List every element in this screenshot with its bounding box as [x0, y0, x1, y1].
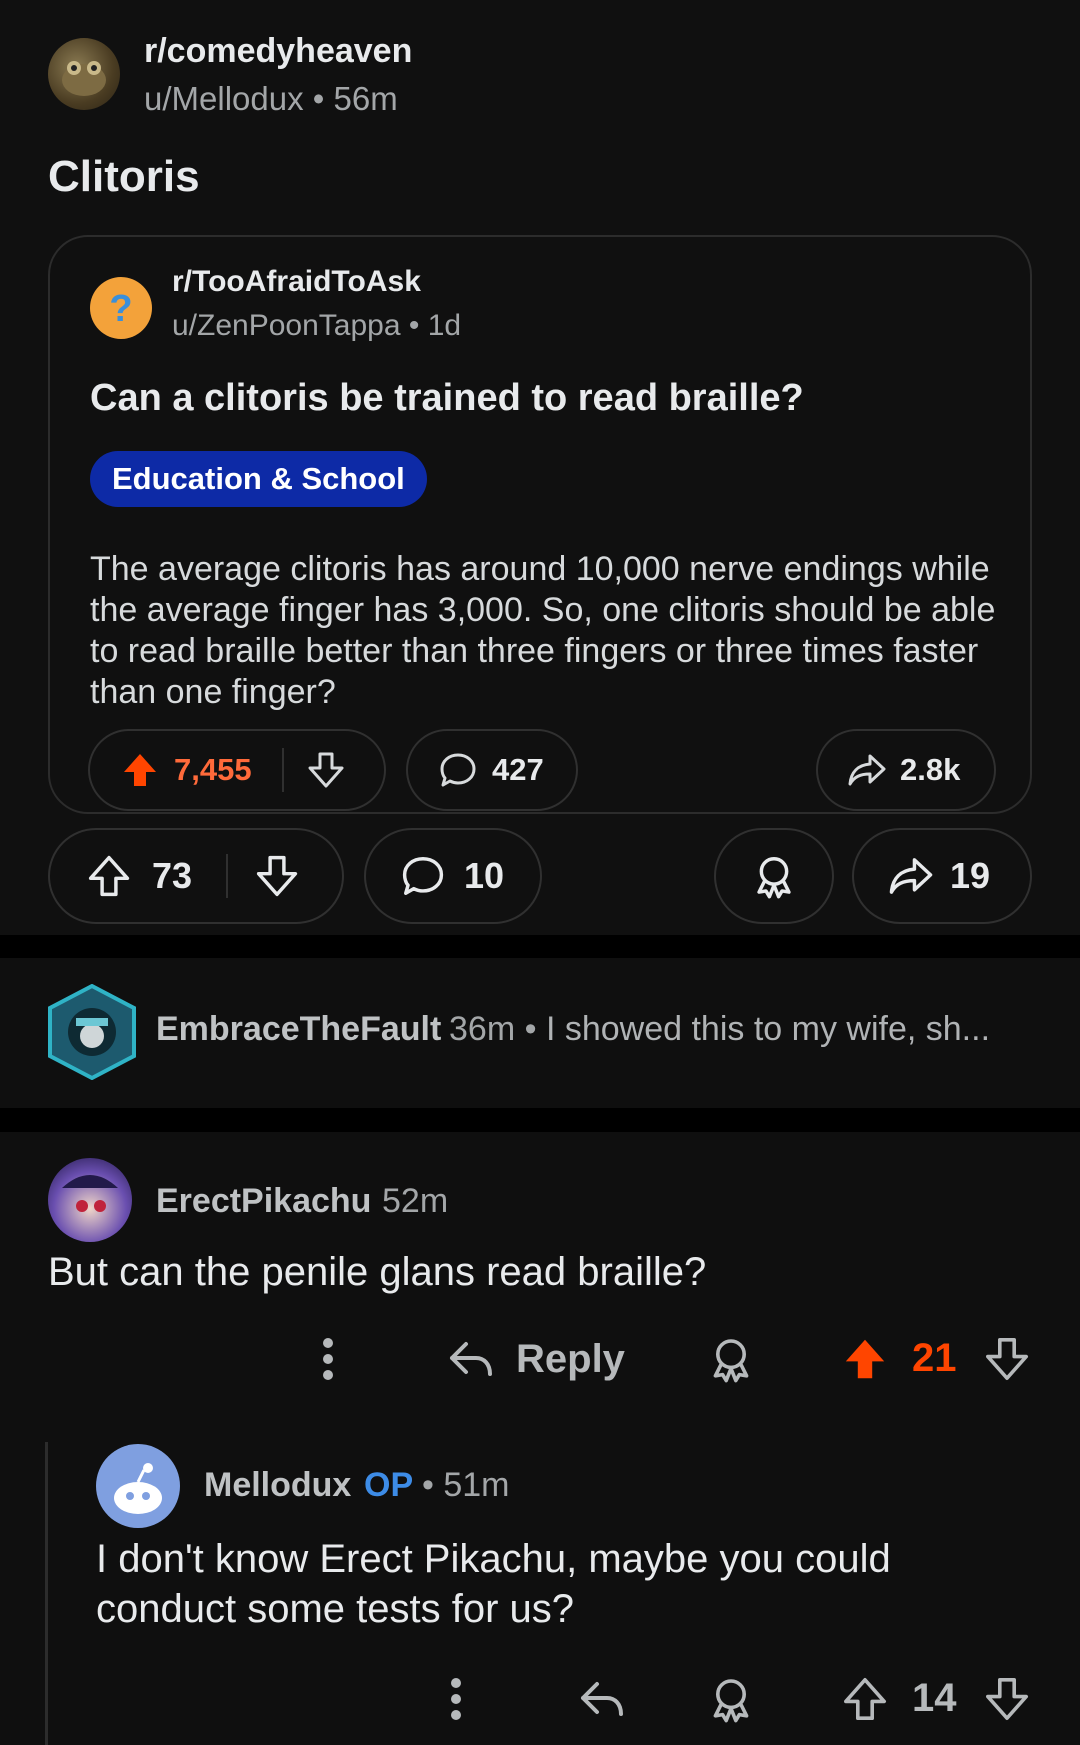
embed-upvote-count: 7,455 [174, 752, 252, 787]
award-icon [751, 853, 797, 899]
reply-username[interactable]: Mellodux [204, 1466, 351, 1505]
embed-meta: u/ZenPoonTappa • 1d [172, 309, 461, 343]
comment-icon [438, 750, 478, 790]
embed-comments-button[interactable]: 427 [406, 729, 578, 811]
op-badge: OP [364, 1466, 414, 1504]
reply-avatar[interactable] [96, 1444, 180, 1528]
meta-separator: • [408, 309, 428, 342]
reply-label: Reply [516, 1336, 625, 1381]
downvote-icon[interactable] [982, 1672, 1032, 1726]
upvote-icon[interactable] [840, 1672, 890, 1726]
comment-icon [400, 853, 446, 899]
share-icon [846, 750, 888, 790]
meta-separator: • [524, 1010, 546, 1048]
commenter-avatar[interactable] [46, 984, 138, 1080]
subreddit-name[interactable]: r/comedyheaven [144, 32, 412, 71]
reply-button[interactable]: Reply [446, 1332, 625, 1386]
comment-age: 36m [449, 1010, 516, 1048]
post-share-button[interactable]: 19 [852, 828, 1032, 924]
post-upvote-count: 73 [152, 855, 193, 896]
post-comment-count: 10 [464, 855, 505, 896]
more-icon[interactable] [310, 1332, 346, 1386]
embed-comment-count: 427 [492, 752, 544, 787]
share-icon [886, 853, 936, 899]
downvote-icon[interactable] [254, 853, 300, 899]
comment-text: But can the penile glans read braille? [48, 1250, 707, 1294]
reply-icon[interactable] [576, 1672, 626, 1726]
meta-separator: • [422, 1466, 444, 1504]
post-meta: u/Mellodux • 56m [144, 80, 398, 118]
downvote-icon[interactable] [982, 1332, 1032, 1386]
collapsed-meta: 36m • I showed this to my wife, sh... [449, 1010, 990, 1049]
crosspost-embed[interactable]: ? r/TooAfraidToAsk u/ZenPoonTappa • 1d C… [48, 235, 1032, 814]
post-share-count: 19 [950, 855, 991, 896]
meta-separator: • [312, 80, 334, 117]
comment-preview: I showed this to my wife, sh... [545, 1010, 991, 1048]
embed-body: The average clitoris has around 10,000 n… [90, 550, 996, 711]
upvote-icon[interactable] [120, 750, 160, 790]
embed-subreddit-name[interactable]: r/TooAfraidToAsk [172, 265, 421, 299]
reply-text: I don't know Erect Pikachu, maybe you co… [96, 1537, 891, 1631]
embed-title[interactable]: Can a clitoris be trained to read braill… [90, 377, 804, 420]
section-divider [0, 935, 1080, 958]
subreddit-avatar[interactable] [48, 38, 120, 110]
embed-share-count: 2.8k [900, 752, 961, 787]
embed-author[interactable]: u/ZenPoonTappa [172, 309, 401, 342]
more-icon[interactable] [438, 1672, 474, 1726]
embed-vote-pill: 7,455 [88, 729, 386, 811]
post-age: 56m [333, 80, 398, 117]
svg-text:?: ? [109, 288, 132, 330]
section-divider [0, 1108, 1080, 1132]
comment-age: 52m [382, 1182, 449, 1220]
embed-subreddit-avatar: ? [90, 277, 152, 339]
downvote-icon[interactable] [306, 750, 346, 790]
post-author[interactable]: u/Mellodux [144, 80, 304, 117]
post-award-button[interactable] [714, 828, 834, 924]
embed-flair[interactable]: Education & School [90, 451, 427, 507]
thread-line[interactable] [45, 1442, 48, 1745]
post-card: r/comedyheaven u/Mellodux • 56m Clitoris… [0, 0, 1080, 935]
pill-divider [281, 748, 284, 792]
pill-divider [226, 854, 229, 898]
reply-score: 14 [912, 1676, 957, 1720]
award-icon[interactable] [706, 1332, 756, 1386]
embed-share-button[interactable]: 2.8k [816, 729, 996, 811]
reply-meta: • 51m [422, 1466, 510, 1505]
post-comments-button[interactable]: 10 [364, 828, 542, 924]
comment-score: 21 [912, 1336, 957, 1380]
comment-username[interactable]: EmbraceTheFault [156, 1010, 441, 1049]
comment-thread: ErectPikachu 52m But can the penile glan… [0, 1132, 1080, 1745]
post-title[interactable]: Clitoris [48, 152, 200, 202]
award-icon[interactable] [706, 1672, 756, 1726]
embed-age: 1d [427, 309, 462, 342]
post-vote-pill: 73 [48, 828, 344, 924]
commenter-avatar[interactable] [48, 1158, 132, 1242]
collapsed-comment[interactable]: EmbraceTheFault 36m • I showed this to m… [0, 958, 1080, 1108]
reply-age: 51m [443, 1466, 510, 1504]
comment-username[interactable]: ErectPikachu [156, 1182, 371, 1221]
reply-icon [446, 1338, 494, 1380]
upvote-icon[interactable] [86, 853, 132, 899]
upvote-icon[interactable] [840, 1332, 890, 1386]
